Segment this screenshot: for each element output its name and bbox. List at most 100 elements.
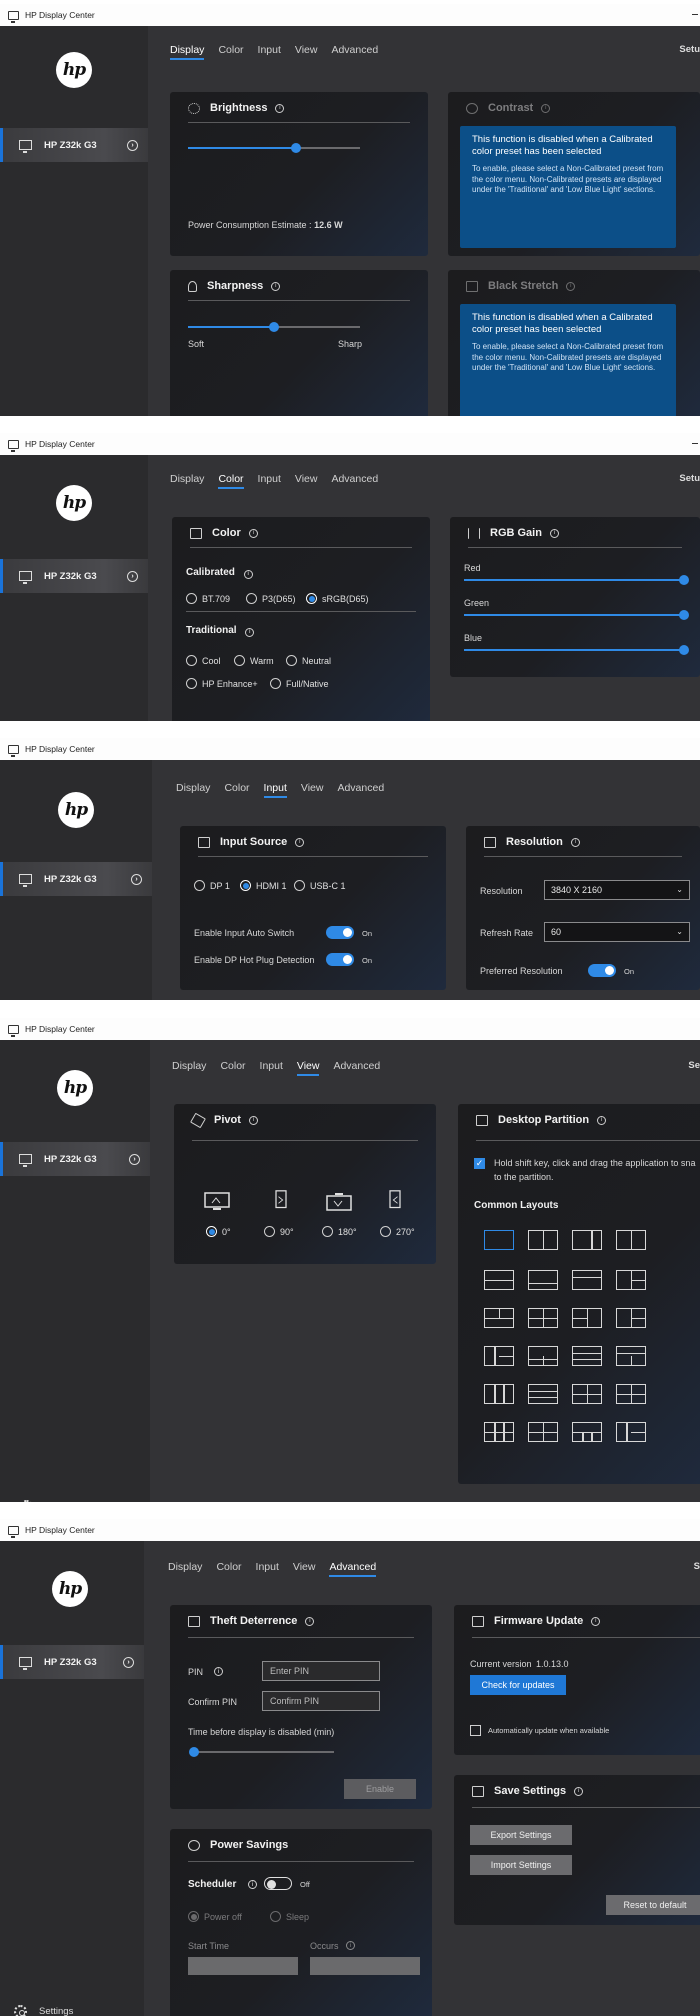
timer-slider[interactable] [189,1747,334,1757]
pivot-270-radio[interactable]: 270° [380,1226,415,1237]
chevron-right-icon[interactable]: › [127,570,138,582]
layout-template[interactable] [528,1422,558,1442]
info-icon[interactable]: i [597,1115,607,1125]
export-settings-button[interactable]: Export Settings [470,1825,572,1845]
info-icon[interactable]: i [295,837,305,847]
tab-input[interactable]: Input [256,1561,279,1577]
brightness-slider[interactable] [188,143,360,153]
layout-template[interactable] [616,1384,646,1404]
layout-template[interactable] [484,1308,514,1328]
tab-input[interactable]: Input [258,44,281,60]
tab-display[interactable]: Display [170,473,204,489]
layout-template[interactable] [528,1230,558,1250]
tab-view[interactable]: View [293,1561,316,1577]
start-time-select[interactable] [188,1957,298,1975]
tab-display[interactable]: Display [170,44,205,60]
info-icon[interactable]: i [214,1667,223,1676]
info-icon[interactable]: i [245,627,255,637]
tab-display[interactable]: Display [176,782,210,798]
tab-color[interactable]: Color [218,473,244,489]
info-icon[interactable]: i [243,569,253,579]
tab-display[interactable]: Display [172,1060,206,1076]
source-usbc1[interactable]: USB-C 1 [294,880,346,891]
info-icon[interactable]: i [248,528,258,538]
minimize-icon[interactable] [692,443,698,444]
device-item[interactable]: HP Z32k G3 › [0,559,148,593]
preset-hp-enhance[interactable]: HP Enhance+ [186,678,258,689]
device-item[interactable]: HP Z32k G3 › [0,128,148,162]
source-dp1[interactable]: DP 1 [194,880,230,891]
layout-template[interactable] [528,1346,558,1366]
preset-neutral[interactable]: Neutral [286,655,331,666]
info-icon[interactable]: i [574,1786,584,1796]
blue-gain-slider[interactable] [464,645,689,655]
layout-template[interactable] [484,1230,514,1250]
layout-template[interactable] [528,1270,558,1290]
layout-template[interactable] [616,1230,646,1250]
preset-full-native[interactable]: Full/Native [270,678,329,689]
tab-color[interactable]: Color [218,44,243,60]
layout-template[interactable] [616,1308,646,1328]
layout-template[interactable] [572,1346,602,1366]
info-icon[interactable]: i [570,837,580,847]
device-item[interactable]: HP Z32k G3 › [0,1142,150,1176]
layout-template[interactable] [484,1384,514,1404]
pivot-180-radio[interactable]: 180° [322,1226,357,1237]
chevron-right-icon[interactable]: › [129,1153,140,1165]
tab-input[interactable]: Input [263,782,288,798]
chevron-right-icon[interactable]: › [123,1656,134,1668]
scheduler-toggle[interactable] [264,1877,292,1890]
minimize-icon[interactable] [692,14,698,15]
layout-template[interactable] [572,1270,602,1290]
setup-link[interactable]: Se [688,1060,700,1071]
info-icon[interactable]: i [305,1616,315,1626]
tab-advanced[interactable]: Advanced [333,1060,380,1076]
preset-cool[interactable]: Cool [186,655,221,666]
auto-switch-toggle[interactable] [326,926,354,939]
layout-template[interactable] [484,1422,514,1442]
green-gain-slider[interactable] [464,610,689,620]
layout-template[interactable] [616,1346,646,1366]
enable-button[interactable]: Enable [344,1779,416,1799]
tab-color[interactable]: Color [216,1561,241,1577]
layout-template[interactable] [572,1422,602,1442]
preset-srgb[interactable]: sRGB(D65) [306,593,369,604]
tab-view[interactable]: View [295,44,318,60]
import-settings-button[interactable]: Import Settings [470,1855,572,1875]
hot-plug-toggle[interactable] [326,953,354,966]
info-icon[interactable]: i [346,1941,355,1950]
info-icon[interactable]: i [248,1115,258,1125]
chevron-right-icon[interactable]: › [131,873,142,885]
power-off-radio[interactable]: Power off [188,1911,242,1922]
refresh-rate-select[interactable]: 60 ⌄ [544,922,690,942]
pivot-90-radio[interactable]: 90° [264,1226,294,1237]
tab-display[interactable]: Display [168,1561,202,1577]
tab-advanced[interactable]: Advanced [329,1561,376,1577]
info-icon[interactable]: i [271,281,281,291]
layout-template[interactable] [484,1346,514,1366]
settings-link[interactable]: Settings [20,1500,79,1502]
reset-default-button[interactable]: Reset to default [606,1895,700,1915]
device-item[interactable]: HP Z32k G3 › [0,862,152,896]
info-icon[interactable]: i [275,103,285,113]
info-icon[interactable]: i [549,528,559,538]
info-icon[interactable]: i [248,1880,257,1889]
pivot-0-radio[interactable]: 0° [206,1226,231,1237]
preset-bt709[interactable]: BT.709 [186,593,230,604]
tab-input[interactable]: Input [260,1060,283,1076]
setup-link[interactable]: Setu [679,44,700,55]
preferred-resolution-toggle[interactable] [588,964,616,977]
layout-template[interactable] [572,1384,602,1404]
tab-view[interactable]: View [301,782,324,798]
layout-template[interactable] [616,1422,646,1442]
confirm-pin-input[interactable]: Confirm PIN [262,1691,380,1711]
tab-color[interactable]: Color [220,1060,245,1076]
tab-advanced[interactable]: Advanced [337,782,384,798]
tab-view[interactable]: View [296,1060,319,1076]
check-updates-button[interactable]: Check for updates [470,1675,566,1695]
source-hdmi1[interactable]: HDMI 1 [240,880,287,891]
red-gain-slider[interactable] [464,575,689,585]
tab-advanced[interactable]: Advanced [331,473,378,489]
occurs-select[interactable] [310,1957,420,1975]
layout-template[interactable] [572,1230,602,1250]
